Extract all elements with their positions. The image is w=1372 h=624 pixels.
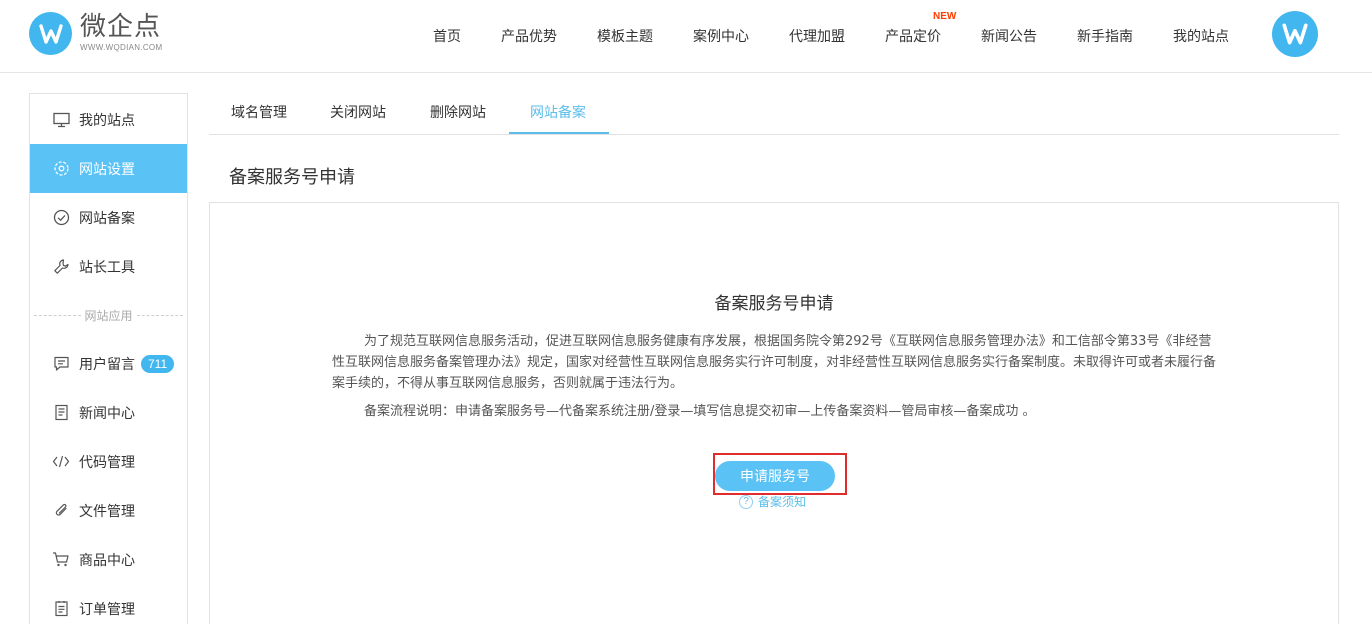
tab-close-site[interactable]: 关闭网站 bbox=[330, 102, 386, 122]
code-icon bbox=[52, 453, 70, 471]
message-count-badge: 711 bbox=[141, 354, 175, 373]
sidebar-item-label: 网站备案 bbox=[79, 210, 135, 227]
nav-pricing[interactable]: 产品定价 bbox=[885, 26, 941, 46]
top-header: 微企点 WWW.WQDIAN.COM 首页 产品优势 模板主题 案例中心 代理加… bbox=[0, 0, 1372, 73]
nav-my-site[interactable]: 我的站点 bbox=[1173, 26, 1229, 46]
apply-service-number-button[interactable]: 申请服务号 bbox=[715, 461, 835, 491]
sidebar-item-label: 网站设置 bbox=[79, 161, 135, 178]
sidebar-section-label: 网站应用 bbox=[84, 308, 133, 323]
sidebar-item-code-management[interactable]: 代码管理 bbox=[30, 437, 187, 486]
brand-name: 微企点 bbox=[80, 12, 162, 42]
avatar-w-icon bbox=[1282, 23, 1308, 45]
nav-agency[interactable]: 代理加盟 bbox=[789, 26, 845, 46]
sidebar-item-product-center[interactable]: 商品中心 bbox=[30, 535, 187, 584]
sidebar-item-webmaster-tools[interactable]: 站长工具 bbox=[30, 242, 187, 291]
logo-w-icon bbox=[29, 12, 72, 55]
panel-heading: 备案服务号申请 bbox=[714, 294, 834, 314]
nav-guide[interactable]: 新手指南 bbox=[1077, 26, 1133, 46]
sidebar-item-label: 文件管理 bbox=[79, 503, 135, 520]
filing-panel: 备案服务号申请 为了规范互联网信息服务活动，促进互联网信息服务健康有序发展，根据… bbox=[209, 202, 1339, 624]
gear-icon bbox=[52, 160, 70, 178]
nav-templates[interactable]: 模板主题 bbox=[597, 26, 653, 46]
filing-description: 为了规范互联网信息服务活动，促进互联网信息服务健康有序发展，根据国务院令第292… bbox=[332, 334, 1217, 391]
document-icon bbox=[52, 404, 70, 422]
filing-notice-link[interactable]: ? 备案须知 bbox=[739, 493, 806, 510]
paperclip-icon bbox=[52, 502, 70, 520]
monitor-icon bbox=[52, 111, 70, 129]
nav-new-badge: NEW bbox=[933, 11, 957, 22]
sidebar-item-site-filing[interactable]: 网站备案 bbox=[30, 193, 187, 242]
sidebar-item-label: 站长工具 bbox=[79, 259, 135, 276]
nav-news[interactable]: 新闻公告 bbox=[981, 26, 1037, 46]
sidebar-section-divider: 网站应用 bbox=[30, 305, 187, 325]
sidebar-item-label: 代码管理 bbox=[79, 454, 135, 471]
sidebar-item-order-management[interactable]: 订单管理 bbox=[30, 584, 187, 624]
tab-domain-management[interactable]: 域名管理 bbox=[231, 102, 287, 122]
active-tab-indicator bbox=[509, 132, 609, 134]
brand-logo[interactable]: 微企点 WWW.WQDIAN.COM bbox=[29, 12, 179, 58]
tab-site-filing[interactable]: 网站备案 bbox=[530, 102, 586, 122]
sidebar-item-label: 新闻中心 bbox=[79, 405, 135, 422]
sidebar-item-news-center[interactable]: 新闻中心 bbox=[30, 388, 187, 437]
tab-delete-site[interactable]: 删除网站 bbox=[430, 102, 486, 122]
filing-process: 备案流程说明：申请备案服务号—代备案系统注册/登录—填写信息提交初审—上传备案资… bbox=[364, 404, 1036, 419]
user-avatar[interactable] bbox=[1272, 11, 1318, 57]
cart-icon bbox=[52, 551, 70, 569]
sidebar-item-my-site[interactable]: 我的站点 bbox=[30, 95, 187, 144]
list-icon bbox=[52, 600, 70, 618]
sidebar-item-label: 我的站点 bbox=[79, 112, 135, 129]
wrench-icon bbox=[52, 258, 70, 276]
nav-cases[interactable]: 案例中心 bbox=[693, 26, 749, 46]
message-icon bbox=[52, 355, 70, 373]
sidebar-item-site-settings[interactable]: 网站设置 bbox=[30, 144, 187, 193]
sidebar-item-label: 商品中心 bbox=[79, 552, 135, 569]
filing-notice-label: 备案须知 bbox=[758, 495, 807, 509]
sidebar: 我的站点 网站设置 网站备案 站长工具 网站应用 用户留言 711 新闻中心 代… bbox=[29, 93, 188, 624]
brand-url: WWW.WQDIAN.COM bbox=[80, 43, 163, 52]
sidebar-item-label: 用户留言 bbox=[79, 356, 135, 373]
page-title: 备案服务号申请 bbox=[229, 167, 355, 188]
nav-product-advantage[interactable]: 产品优势 bbox=[501, 26, 557, 46]
sidebar-item-label: 订单管理 bbox=[79, 601, 135, 618]
question-icon: ? bbox=[739, 494, 753, 509]
settings-tabs: 域名管理 关闭网站 删除网站 网站备案 bbox=[209, 93, 1339, 135]
check-circle-icon bbox=[52, 209, 70, 227]
nav-home[interactable]: 首页 bbox=[433, 26, 461, 46]
sidebar-item-file-management[interactable]: 文件管理 bbox=[30, 486, 187, 535]
sidebar-item-user-messages[interactable]: 用户留言 711 bbox=[30, 339, 187, 388]
